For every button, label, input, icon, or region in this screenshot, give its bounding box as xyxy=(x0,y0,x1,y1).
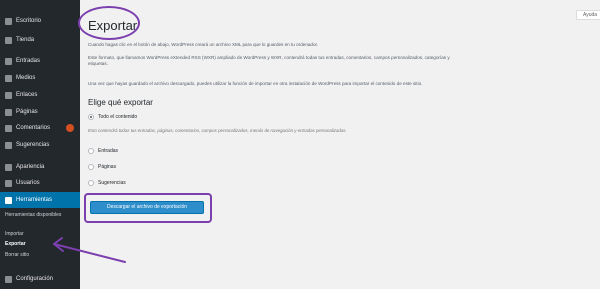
link-icon xyxy=(5,92,12,99)
sidebar-item-label: Entradas xyxy=(16,58,41,64)
sidebar-item-medios[interactable]: Medios xyxy=(0,71,80,85)
admin-sidebar: Escritorio Tienda Entradas Medios Enlace… xyxy=(0,0,80,289)
section-heading: Elige qué exportar xyxy=(88,98,153,107)
sidebar-item-paginas[interactable]: Páginas xyxy=(0,105,80,119)
sidebar-item-label: Apariencia xyxy=(16,164,45,170)
intro-paragraph-1: Cuando hagas clic en el botón de abajo, … xyxy=(88,42,319,47)
download-export-button[interactable]: Descargar el archivo de exportación xyxy=(90,201,204,214)
option-label: Todo el contenido xyxy=(98,114,138,120)
media-icon xyxy=(5,75,12,82)
sidebar-item-label: Medios xyxy=(16,75,36,81)
sidebar-item-label: Comentarios xyxy=(16,125,51,131)
option-label: Páginas xyxy=(98,164,117,170)
radio-button[interactable] xyxy=(88,114,94,120)
radio-button[interactable] xyxy=(88,180,94,186)
help-tab[interactable]: Ayuda xyxy=(576,10,600,20)
settings-icon xyxy=(5,276,12,283)
sidebar-item-label: Herramientas xyxy=(16,197,53,203)
sidebar-item-entradas[interactable]: Entradas xyxy=(0,54,80,68)
option-label: Entradas xyxy=(98,148,119,154)
intro-paragraph-2: Este formato, que llamamos WordPress eXt… xyxy=(88,55,450,66)
title-annotation-circle xyxy=(78,6,140,40)
store-icon xyxy=(5,37,12,44)
submenu-exportar[interactable]: Exportar xyxy=(5,241,26,248)
pin-icon xyxy=(5,58,12,65)
intro-paragraph-3: Una vez que hayas guardado el archivo de… xyxy=(88,81,423,86)
sidebar-item-herramientas[interactable]: Herramientas xyxy=(0,192,80,208)
sidebar-item-escritorio[interactable]: Escritorio xyxy=(0,14,80,28)
dashboard-icon xyxy=(5,18,12,25)
comments-icon xyxy=(5,125,12,132)
users-icon xyxy=(5,180,12,187)
sidebar-item-configuracion[interactable]: Configuración xyxy=(0,272,80,286)
sidebar-item-label: Escritorio xyxy=(16,18,42,24)
sidebar-item-apariencia[interactable]: Apariencia xyxy=(0,160,80,174)
sidebar-item-label: Usuarios xyxy=(16,180,40,186)
sidebar-item-sugerencias[interactable]: Sugerencias xyxy=(0,138,80,152)
screenshot-frame: Escritorio Tienda Entradas Medios Enlace… xyxy=(0,0,600,289)
sidebar-item-tienda[interactable]: Tienda xyxy=(0,33,80,47)
sidebar-item-label: Sugerencias xyxy=(16,142,50,148)
option-description: Esto contendrá todas tus entradas, págin… xyxy=(88,128,347,133)
comment-count-badge xyxy=(66,124,74,132)
suggestions-icon xyxy=(5,142,12,149)
submenu-borrar-sitio[interactable]: Borrar sitio xyxy=(5,252,29,259)
sidebar-item-label: Enlaces xyxy=(16,92,38,98)
appearance-icon xyxy=(5,164,12,171)
sidebar-item-label: Tienda xyxy=(16,37,35,43)
submenu-herramientas-disponibles[interactable]: Herramientas disponibles xyxy=(5,212,75,219)
sidebar-item-usuarios[interactable]: Usuarios xyxy=(0,176,80,190)
radio-button[interactable] xyxy=(88,148,94,154)
option-label: Sugerencias xyxy=(98,180,126,186)
sidebar-item-label: Páginas xyxy=(16,109,38,115)
sidebar-item-enlaces[interactable]: Enlaces xyxy=(0,88,80,102)
tools-icon xyxy=(5,197,12,204)
radio-button[interactable] xyxy=(88,164,94,170)
sidebar-item-label: Configuración xyxy=(16,276,54,282)
sidebar-item-comentarios[interactable]: Comentarios xyxy=(0,121,80,135)
submenu-importar[interactable]: Importar xyxy=(5,231,24,238)
pages-icon xyxy=(5,109,12,116)
